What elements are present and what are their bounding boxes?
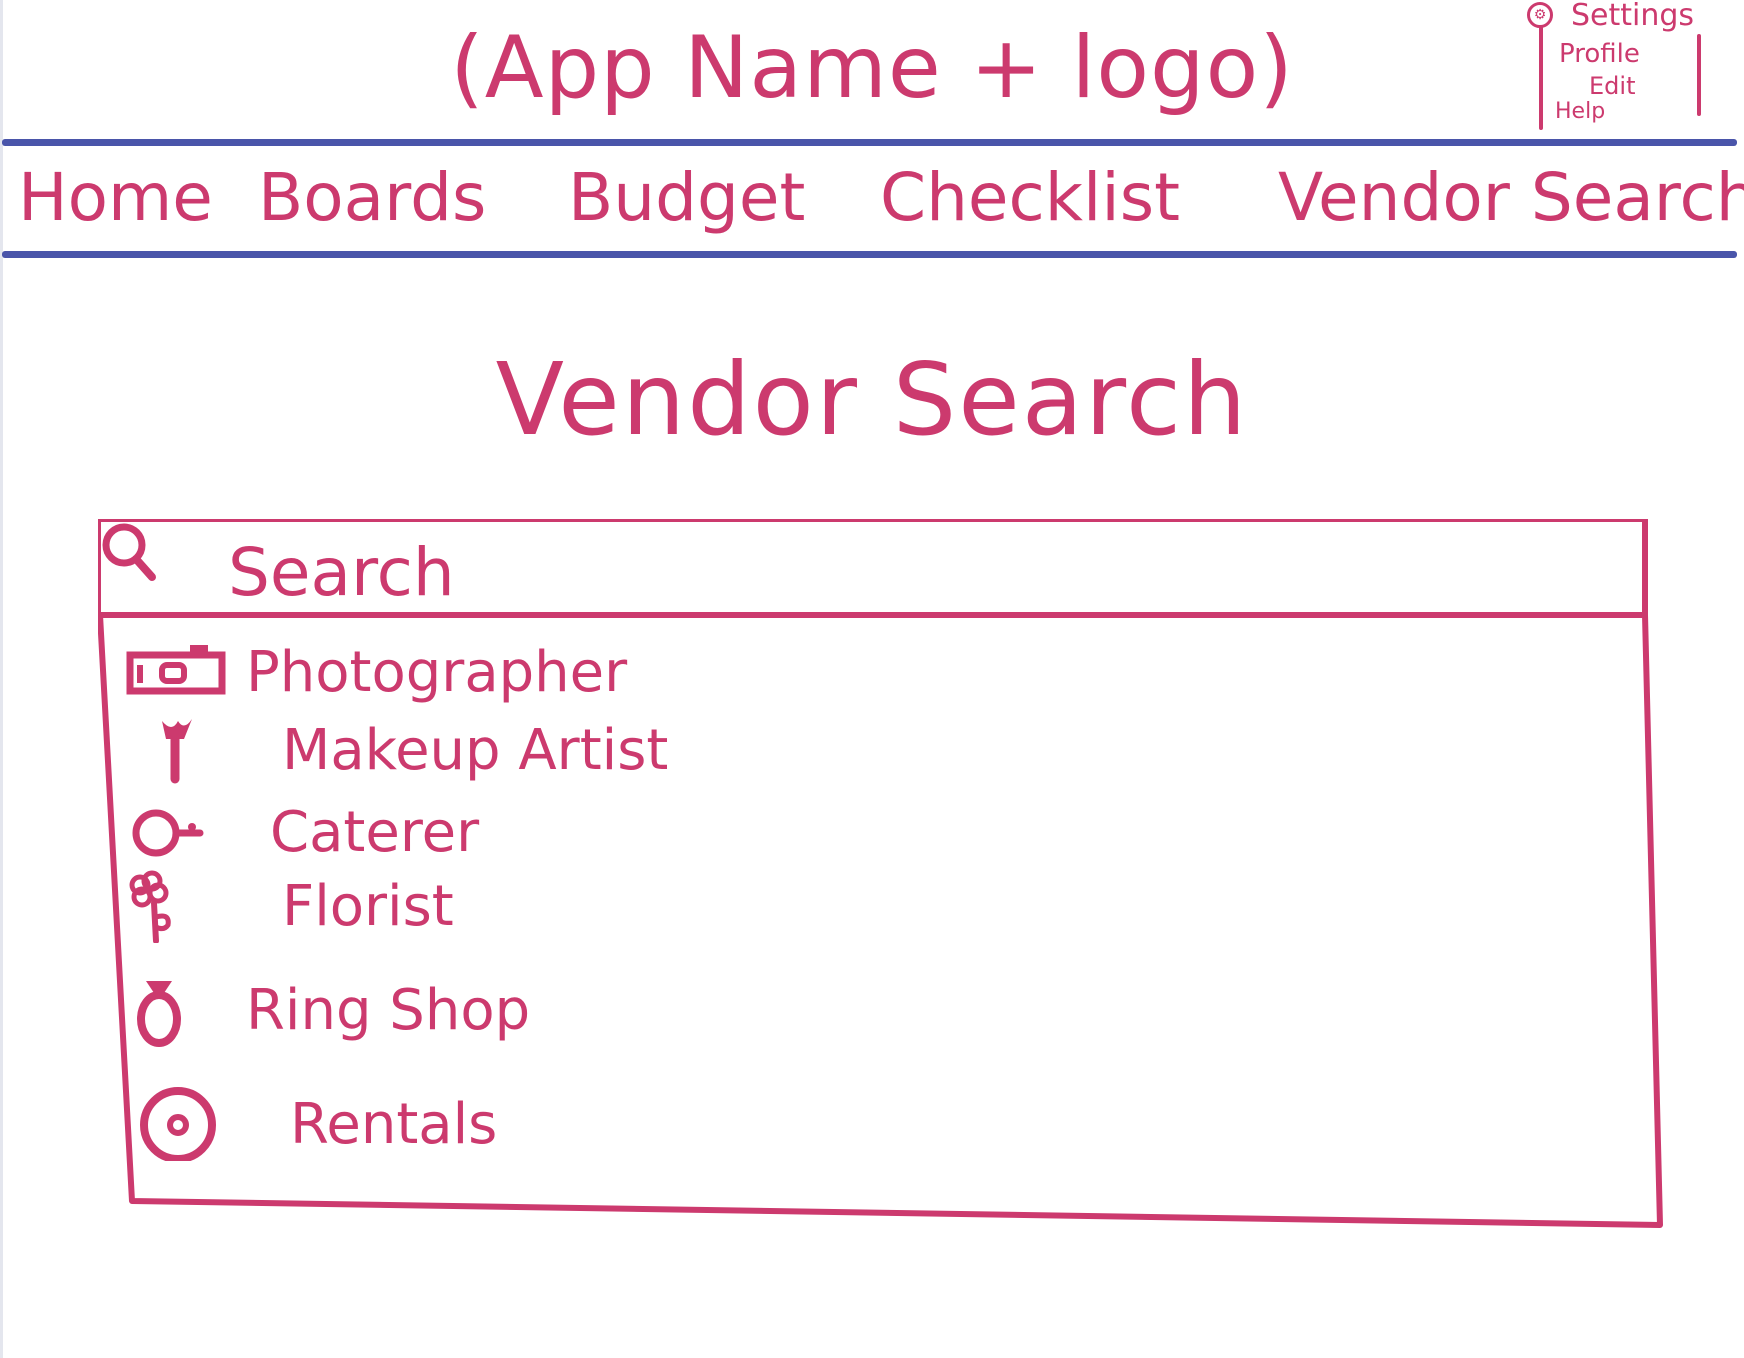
- vendor-label: Photographer: [246, 640, 628, 705]
- user-menu[interactable]: ⚙ Settings Profile Edit Help: [1525, 0, 1725, 130]
- flower-icon: [129, 870, 171, 943]
- vendor-item-photographer[interactable]: Photographer: [126, 635, 886, 709]
- vendor-item-florist[interactable]: Florist: [114, 869, 874, 943]
- menu-item-edit[interactable]: Edit: [1589, 72, 1635, 100]
- menu-bracket: [1697, 34, 1701, 116]
- vendor-item-ring-shop[interactable]: Ring Shop: [134, 973, 894, 1047]
- menu-bracket: [1539, 26, 1543, 130]
- app-title-logo[interactable]: (App Name + logo): [0, 18, 1744, 118]
- makeup-brush-icon: [162, 719, 192, 784]
- vendor-label: Florist: [282, 874, 454, 939]
- menu-item-profile[interactable]: Profile: [1559, 40, 1640, 68]
- main-nav: Home Boards Budget Checklist Vendor Sear…: [0, 158, 1744, 238]
- tab-home[interactable]: Home: [18, 158, 213, 238]
- menu-item-help[interactable]: Help: [1555, 98, 1605, 126]
- vendor-label: Ring Shop: [246, 978, 531, 1043]
- gear-icon[interactable]: ⚙: [1527, 2, 1553, 28]
- vendor-label: Makeup Artist: [282, 718, 669, 783]
- nav-divider-bottom: [2, 251, 1737, 258]
- search-input[interactable]: Search: [98, 519, 1645, 615]
- ring-icon: [137, 981, 181, 1047]
- vendor-label: Rentals: [290, 1092, 498, 1157]
- tab-budget[interactable]: Budget: [568, 158, 805, 238]
- vendor-label: Caterer: [270, 800, 480, 865]
- search-placeholder: Search: [228, 534, 455, 611]
- food-plate-icon: [132, 809, 204, 857]
- rentals-icon: [140, 1087, 216, 1161]
- tab-checklist[interactable]: Checklist: [880, 158, 1180, 238]
- vendor-item-rentals[interactable]: Rentals: [138, 1087, 898, 1161]
- tab-vendor-search[interactable]: Vendor Search: [1278, 158, 1744, 238]
- tab-boards[interactable]: Boards: [258, 158, 486, 238]
- search-icon: [102, 523, 156, 581]
- page-title: Vendor Search: [495, 341, 1249, 458]
- camera-icon: [126, 645, 226, 695]
- vendor-item-makeup-artist[interactable]: Makeup Artist: [126, 713, 886, 787]
- menu-item-settings[interactable]: Settings: [1571, 1, 1694, 31]
- nav-divider-top: [2, 139, 1737, 146]
- vendor-item-caterer[interactable]: Caterer: [126, 795, 886, 869]
